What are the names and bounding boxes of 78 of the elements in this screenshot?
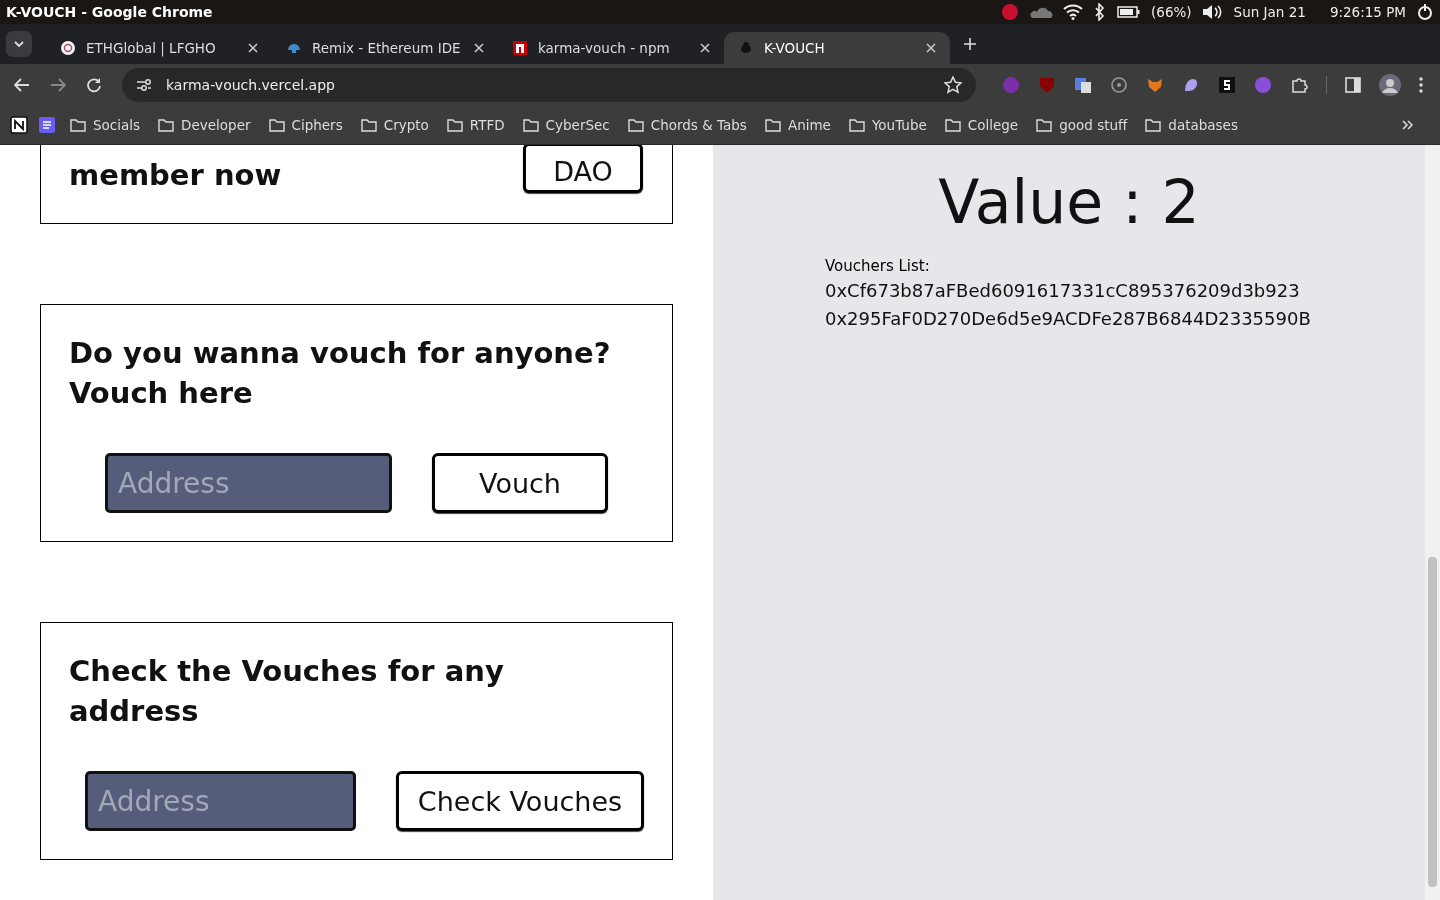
folder-icon — [848, 118, 865, 132]
browser-tab[interactable]: Remix - Ethereum IDE — [272, 32, 498, 64]
reload-icon[interactable] — [86, 77, 102, 93]
bookmark-folder[interactable]: YouTube — [844, 117, 931, 133]
star-icon[interactable] — [944, 76, 962, 94]
extension-icon[interactable] — [1074, 76, 1092, 94]
folder-icon — [1145, 118, 1162, 132]
list-label: Vouchers List: — [825, 256, 931, 277]
card-heading: Do you wanna vouch for anyone? Vouch here — [69, 335, 612, 412]
notion-icon[interactable] — [10, 116, 28, 134]
extension-icon[interactable] — [1218, 76, 1236, 94]
docs-icon[interactable] — [38, 116, 56, 134]
site-icon — [512, 40, 528, 56]
bookmark-folder[interactable]: Socials — [66, 117, 145, 133]
close-icon[interactable] — [926, 43, 936, 53]
bookmark-folder[interactable]: good stuff — [1032, 117, 1132, 133]
address-field[interactable]: Address — [105, 453, 392, 513]
scrollbar-thumb[interactable] — [1428, 557, 1437, 887]
avatar-icon[interactable] — [1379, 74, 1401, 96]
bookmark-folder[interactable]: College — [940, 117, 1023, 133]
leave-dao-button[interactable]: DAO — [523, 145, 643, 193]
close-icon[interactable] — [700, 43, 710, 53]
record-icon[interactable] — [1001, 3, 1020, 21]
browser-tab[interactable]: ETHGlobal | LFGHO — [46, 32, 272, 64]
close-icon[interactable] — [248, 43, 258, 53]
plus-icon[interactable] — [964, 38, 976, 50]
back-icon[interactable] — [14, 78, 30, 92]
card-heading: Check the Vouches for any address — [69, 653, 505, 730]
check-vouches-button[interactable]: Check Vouches — [396, 771, 644, 831]
site-icon — [738, 40, 754, 56]
date-text[interactable]: Sun Jan 21 — [1233, 4, 1306, 20]
folder-icon — [764, 118, 781, 132]
address-field[interactable]: Address — [85, 771, 356, 831]
bookmark-folder[interactable]: Crypto — [356, 117, 433, 133]
folder-icon — [522, 118, 539, 132]
folder-icon — [158, 118, 175, 132]
folder-icon — [944, 118, 961, 132]
url-text: karma-vouch.vercel.app — [166, 77, 336, 93]
folder-icon — [446, 118, 463, 132]
site-icon — [60, 40, 76, 56]
clock-text[interactable]: 9:26:15 PM — [1329, 4, 1406, 20]
chevron-icon — [14, 41, 24, 47]
power-icon[interactable] — [1416, 3, 1434, 21]
bookmark-folder[interactable]: CyberSec — [518, 117, 614, 133]
folder-icon — [627, 118, 644, 132]
window-title: K-VOUCH - Google Chrome — [6, 4, 213, 20]
folder-icon — [360, 118, 377, 132]
forward-icon[interactable] — [50, 78, 66, 92]
browser-tab[interactable]: K-VOUCH — [724, 32, 950, 64]
cloud-icon[interactable] — [1029, 5, 1054, 19]
puzzle-icon[interactable] — [1290, 76, 1308, 94]
vouch-button[interactable]: Vouch — [432, 453, 608, 513]
scrollbar[interactable] — [1425, 145, 1440, 900]
card-heading: member now — [69, 157, 282, 194]
side-panel-icon[interactable] — [1345, 77, 1361, 93]
bookmark-folder[interactable]: Chords & Tabs — [623, 117, 751, 133]
address-bar[interactable]: karma-vouch.vercel.app — [122, 68, 976, 102]
value-heading: Value : 2 — [938, 167, 1200, 237]
bookmark-folder[interactable]: Anime — [760, 117, 835, 133]
wifi-icon[interactable] — [1063, 4, 1084, 20]
battery-percent: (66%) — [1151, 4, 1192, 20]
bookmark-folder[interactable]: RTFD — [442, 117, 509, 133]
battery-icon[interactable] — [1117, 5, 1142, 19]
browser-tab[interactable]: karma-vouch - npm — [498, 32, 724, 64]
tab-search-button[interactable] — [6, 31, 32, 57]
more-bookmarks-icon[interactable] — [1402, 120, 1414, 130]
voucher-address: 0xCf673b87aFBed6091617331cC895376209d3b923 — [825, 279, 1301, 303]
close-icon[interactable] — [474, 43, 484, 53]
site-settings-icon[interactable] — [136, 78, 152, 92]
folder-icon — [70, 118, 86, 132]
bookmark-folder[interactable]: Ciphers — [264, 117, 347, 133]
volume-icon[interactable] — [1201, 4, 1224, 20]
folder-icon — [268, 118, 285, 132]
menu-icon[interactable] — [1419, 77, 1423, 93]
folder-icon — [1036, 118, 1053, 132]
voucher-address: 0x295FaF0D270De6d5e9ACDFe287B6844D2335590B — [825, 307, 1311, 331]
bookmark-folder[interactable]: databases — [1141, 117, 1242, 133]
bookmark-folder[interactable]: Developer — [154, 117, 255, 133]
